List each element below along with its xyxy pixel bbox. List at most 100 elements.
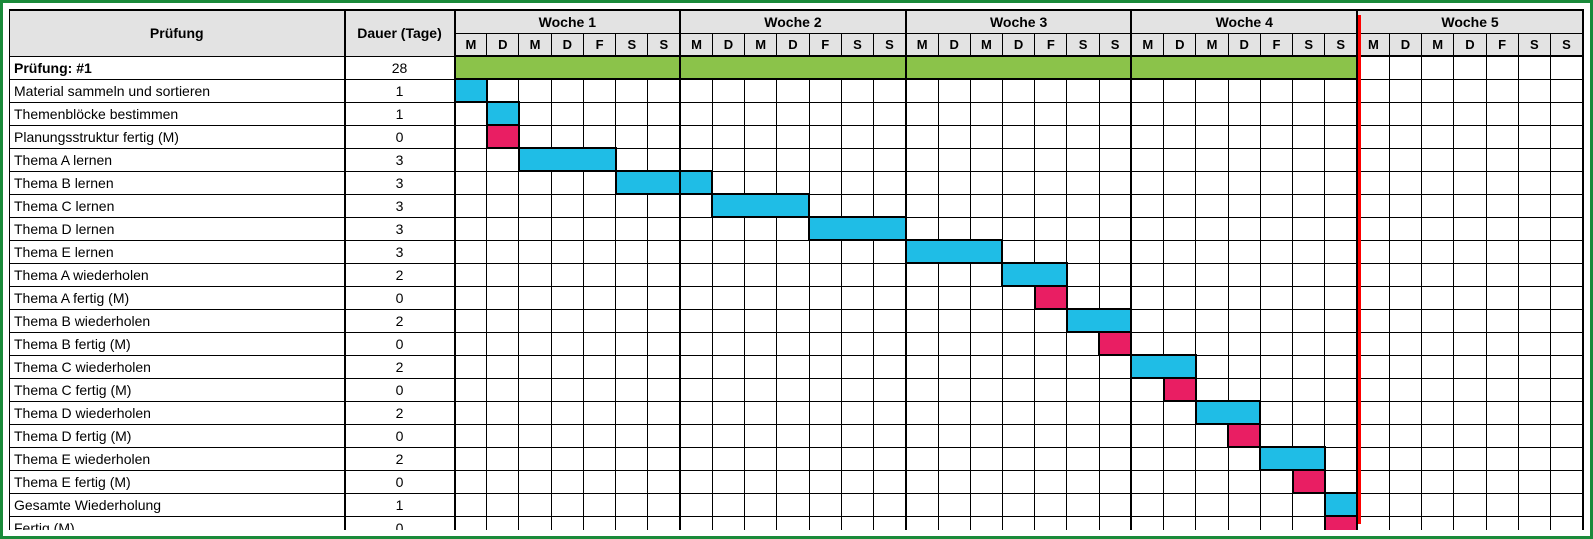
- day-header: M: [1422, 33, 1454, 56]
- empty-cell: [1260, 401, 1292, 424]
- empty-cell: [583, 378, 615, 401]
- empty-cell: [809, 332, 841, 355]
- week-header-4: Woche 4: [1131, 10, 1357, 33]
- empty-cell: [1422, 355, 1454, 378]
- empty-cell: [648, 378, 680, 401]
- empty-cell: [1260, 171, 1292, 194]
- empty-cell: [1325, 378, 1357, 401]
- empty-cell: [712, 171, 744, 194]
- empty-cell: [906, 263, 938, 286]
- empty-cell: [1518, 332, 1550, 355]
- week-header-3: Woche 3: [906, 10, 1132, 33]
- empty-cell: [1550, 424, 1583, 447]
- empty-cell: [1357, 263, 1389, 286]
- empty-cell: [1486, 102, 1518, 125]
- empty-cell: [1067, 424, 1099, 447]
- empty-cell: [1196, 470, 1228, 493]
- empty-cell: [583, 355, 615, 378]
- empty-cell: [1035, 470, 1067, 493]
- empty-cell: [1486, 470, 1518, 493]
- empty-cell: [841, 424, 873, 447]
- empty-cell: [487, 378, 519, 401]
- empty-cell: [1357, 493, 1389, 516]
- empty-cell: [1228, 171, 1260, 194]
- empty-cell: [1389, 79, 1421, 102]
- empty-cell: [1454, 240, 1486, 263]
- empty-cell: [1131, 263, 1163, 286]
- task-name: Material sammeln und sortieren: [10, 79, 345, 102]
- empty-cell: [809, 171, 841, 194]
- empty-cell: [1260, 240, 1292, 263]
- empty-cell: [1422, 125, 1454, 148]
- empty-cell: [1325, 79, 1357, 102]
- empty-cell: [777, 493, 809, 516]
- task-duration: 0: [345, 286, 455, 309]
- empty-cell: [1002, 79, 1034, 102]
- empty-cell: [583, 194, 615, 217]
- empty-cell: [1357, 286, 1389, 309]
- empty-cell: [874, 516, 906, 530]
- empty-cell: [1196, 309, 1228, 332]
- empty-cell: [1325, 447, 1357, 470]
- table-row: Thema C lernen3: [10, 194, 1584, 217]
- empty-cell: [1228, 447, 1260, 470]
- empty-cell: [1422, 332, 1454, 355]
- empty-cell: [1067, 171, 1099, 194]
- empty-cell: [809, 355, 841, 378]
- empty-cell: [712, 263, 744, 286]
- empty-cell: [1486, 56, 1518, 79]
- empty-cell: [1325, 171, 1357, 194]
- empty-cell: [1293, 516, 1325, 530]
- empty-cell: [680, 125, 712, 148]
- empty-cell: [1325, 424, 1357, 447]
- empty-cell: [1131, 240, 1163, 263]
- day-header: S: [1518, 33, 1550, 56]
- empty-cell: [906, 447, 938, 470]
- empty-cell: [680, 424, 712, 447]
- empty-cell: [1550, 171, 1583, 194]
- day-header: M: [519, 33, 551, 56]
- empty-cell: [519, 217, 551, 240]
- empty-cell: [970, 401, 1002, 424]
- empty-cell: [1422, 240, 1454, 263]
- empty-cell: [1518, 240, 1550, 263]
- day-header: S: [1325, 33, 1357, 56]
- empty-cell: [551, 309, 583, 332]
- empty-cell: [777, 79, 809, 102]
- empty-cell: [1164, 171, 1196, 194]
- empty-cell: [1164, 194, 1196, 217]
- empty-cell: [1228, 332, 1260, 355]
- empty-cell: [455, 493, 487, 516]
- empty-cell: [809, 125, 841, 148]
- empty-cell: [1131, 447, 1163, 470]
- empty-cell: [1357, 102, 1389, 125]
- empty-cell: [1357, 309, 1389, 332]
- empty-cell: [616, 148, 648, 171]
- empty-cell: [938, 424, 970, 447]
- empty-cell: [745, 470, 777, 493]
- empty-cell: [970, 194, 1002, 217]
- gantt-bar: [1228, 424, 1260, 447]
- empty-cell: [519, 240, 551, 263]
- empty-cell: [874, 148, 906, 171]
- gantt-bar: [519, 148, 616, 171]
- empty-cell: [938, 447, 970, 470]
- empty-cell: [455, 217, 487, 240]
- empty-cell: [1518, 217, 1550, 240]
- empty-cell: [938, 493, 970, 516]
- empty-cell: [809, 493, 841, 516]
- empty-cell: [1131, 125, 1163, 148]
- empty-cell: [1035, 102, 1067, 125]
- table-row: Thema B fertig (M)0: [10, 332, 1584, 355]
- empty-cell: [1325, 217, 1357, 240]
- empty-cell: [745, 516, 777, 530]
- empty-cell: [1357, 125, 1389, 148]
- task-name: Thema E fertig (M): [10, 470, 345, 493]
- empty-cell: [745, 424, 777, 447]
- empty-cell: [1357, 148, 1389, 171]
- empty-cell: [1454, 286, 1486, 309]
- empty-cell: [938, 332, 970, 355]
- empty-cell: [648, 148, 680, 171]
- empty-cell: [1035, 378, 1067, 401]
- empty-cell: [1518, 401, 1550, 424]
